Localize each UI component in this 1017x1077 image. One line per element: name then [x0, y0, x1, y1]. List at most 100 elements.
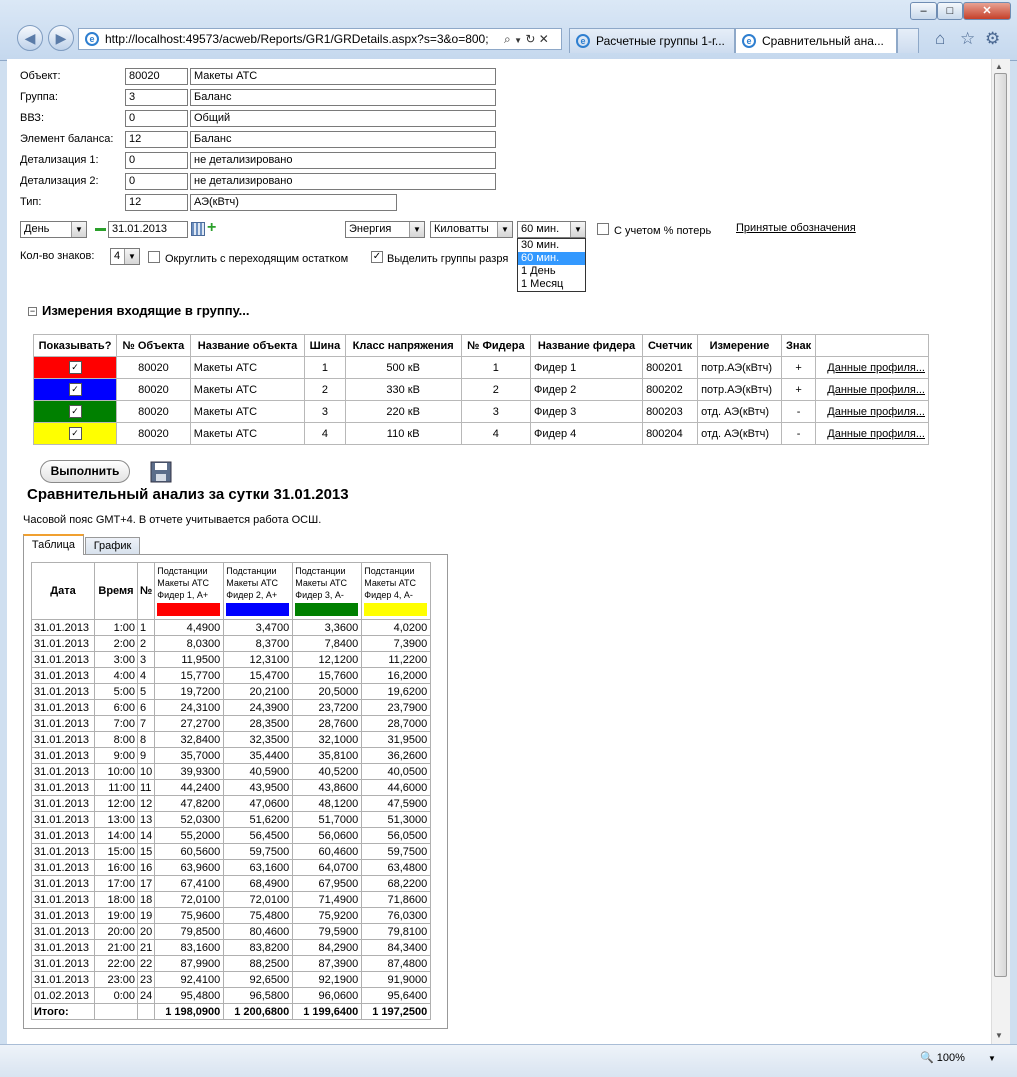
col-num: № — [136, 562, 156, 620]
legend-link[interactable]: Принятые обозначения — [736, 222, 856, 234]
cell-volt: 220 кВ — [344, 400, 462, 423]
interval-option[interactable]: 60 мин. — [518, 252, 585, 265]
cell-time: 3:00 — [94, 651, 138, 668]
cell-value: 59,7500 — [223, 843, 294, 860]
cell-time: 4:00 — [94, 667, 138, 684]
cell-num: 15 — [136, 843, 156, 860]
cell-value: 35,4400 — [223, 747, 294, 764]
table-row: 31.01.2013 22:00 22 87,9900 88,2500 87,3900 87… — [31, 955, 432, 972]
interval-select[interactable]: 60 мин. ▼ — [517, 221, 586, 238]
save-icon[interactable] — [150, 461, 172, 483]
code-input[interactable]: 12 — [125, 194, 188, 211]
close-window-button[interactable]: ✕ — [963, 2, 1011, 20]
maximize-button[interactable]: □ — [937, 2, 963, 20]
series-label: Фидер 4, А- — [364, 590, 413, 600]
chevron-down-icon: ▼ — [987, 1054, 996, 1063]
calendar-icon[interactable] — [191, 222, 205, 236]
profile-link[interactable]: Данные профиля... — [815, 422, 929, 445]
checkmark-icon: ✓ — [71, 384, 79, 394]
favorites-star-icon[interactable]: ☆ — [960, 29, 975, 49]
cell-value: 27,2700 — [154, 715, 225, 732]
cell-value: 31,9500 — [361, 731, 432, 748]
profile-link[interactable]: Данные профиля... — [815, 356, 929, 379]
digits-select[interactable]: 4 ▼ — [110, 248, 140, 265]
cell-num: 12 — [136, 795, 156, 812]
cell-value: 87,9900 — [154, 955, 225, 972]
cell-date: 01.02.2013 — [31, 987, 95, 1004]
interval-option[interactable]: 1 День — [518, 265, 585, 278]
profile-link[interactable]: Данные профиля... — [815, 400, 929, 423]
address-bar[interactable]: e http://localhost:49573/acweb/Reports/G… — [78, 28, 562, 50]
cell-time: 18:00 — [94, 891, 138, 908]
run-button[interactable]: Выполнить — [40, 460, 130, 483]
refresh-icon[interactable]: ↻ — [525, 32, 535, 46]
back-button[interactable]: ◀ — [17, 25, 43, 51]
cell-value: 88,2500 — [223, 955, 294, 972]
form-label: Детализация 2: — [20, 175, 99, 187]
dropdown-icon[interactable]: ▼ — [514, 36, 522, 45]
tab-chart[interactable]: График — [85, 537, 140, 555]
cell-date: 31.01.2013 — [31, 731, 95, 748]
cell-volt: 500 кВ — [344, 356, 462, 379]
date-input[interactable]: 31.01.2013 — [108, 221, 188, 238]
cell-date: 31.01.2013 — [31, 763, 95, 780]
tab-table[interactable]: Таблица — [23, 534, 84, 555]
units-select[interactable]: Киловатты ▼ — [430, 221, 513, 238]
interval-option[interactable]: 30 мин. — [518, 239, 585, 252]
table-row: 31.01.2013 23:00 23 92,4100 92,6500 92,1900 91… — [31, 971, 432, 988]
tab-comparative-analysis[interactable]: e Сравнительный ана... — [735, 28, 897, 53]
search-icon[interactable]: ⌕ — [504, 32, 511, 46]
show-checkbox[interactable]: ✓ — [68, 383, 82, 396]
cell-value: 68,4900 — [223, 875, 294, 892]
table-row: 31.01.2013 15:00 15 60,5600 59,7500 60,4600 59… — [31, 843, 432, 860]
scroll-down-icon[interactable]: ▼ — [995, 1031, 1003, 1040]
date-plus-icon[interactable]: + — [207, 220, 216, 236]
vertical-scrollbar[interactable]: ▲ ▼ — [991, 59, 1010, 1044]
cell-date: 31.01.2013 — [31, 699, 95, 716]
cell-num: 6 — [136, 699, 156, 716]
profile-link[interactable]: Данные профиля... — [815, 378, 929, 401]
gear-icon[interactable]: ⚙ — [985, 29, 1000, 49]
cell-time: 14:00 — [94, 827, 138, 844]
period-select[interactable]: День ▼ — [20, 221, 87, 238]
cell-fname: Фидер 2 — [529, 378, 644, 401]
minimize-button[interactable]: – — [910, 2, 937, 20]
stop-icon[interactable]: ✕ — [539, 32, 549, 46]
cell-time: 2:00 — [94, 635, 138, 652]
home-icon[interactable]: ⌂ — [935, 29, 945, 49]
scroll-thumb[interactable] — [994, 73, 1007, 977]
interval-option[interactable]: 1 Месяц — [518, 278, 585, 291]
code-input[interactable]: 0 — [125, 173, 188, 190]
collapse-icon[interactable]: − — [28, 307, 37, 316]
zoom-control[interactable]: 🔍 100% ▼ — [920, 1051, 996, 1064]
show-checkbox[interactable]: ✓ — [68, 405, 82, 418]
new-tab-button[interactable] — [897, 28, 919, 53]
tab-settlement-groups[interactable]: e Расчетные группы 1-г... — [569, 28, 735, 53]
losses-checkbox[interactable] — [597, 223, 609, 235]
energy-select[interactable]: Энергия ▼ — [345, 221, 425, 238]
cell-value: 32,8400 — [154, 731, 225, 748]
cell-value: 92,6500 — [223, 971, 294, 988]
code-input[interactable]: 12 — [125, 131, 188, 148]
table-row: 31.01.2013 21:00 21 83,1600 83,8200 84,2900 84… — [31, 939, 432, 956]
code-input[interactable]: 80020 — [125, 68, 188, 85]
chevron-down-icon: ▼ — [124, 249, 139, 264]
cell-num: 10 — [136, 763, 156, 780]
code-input[interactable]: 0 — [125, 110, 188, 127]
scroll-up-icon[interactable]: ▲ — [995, 62, 1003, 71]
code-input[interactable]: 0 — [125, 152, 188, 169]
forward-button[interactable]: ▶ — [48, 25, 74, 51]
date-minus-icon[interactable] — [95, 228, 106, 231]
show-checkbox[interactable]: ✓ — [68, 361, 82, 374]
tab-label: Сравнительный ана... — [762, 34, 884, 48]
series-header: Подстанции Макеты АТС Фидер 2, А+ — [223, 562, 294, 620]
code-input[interactable]: 3 — [125, 89, 188, 106]
ie-tab-icon: e — [742, 34, 756, 48]
round-label: Округлить с переходящим остатком — [165, 253, 349, 265]
table-row: 31.01.2013 17:00 17 67,4100 68,4900 67,9500 68… — [31, 875, 432, 892]
show-checkbox[interactable]: ✓ — [68, 427, 82, 440]
round-checkbox[interactable] — [148, 251, 160, 263]
cell-date: 31.01.2013 — [31, 811, 95, 828]
highlight-checkbox[interactable]: ✓ — [371, 251, 383, 263]
ie-page-icon: e — [85, 32, 99, 46]
